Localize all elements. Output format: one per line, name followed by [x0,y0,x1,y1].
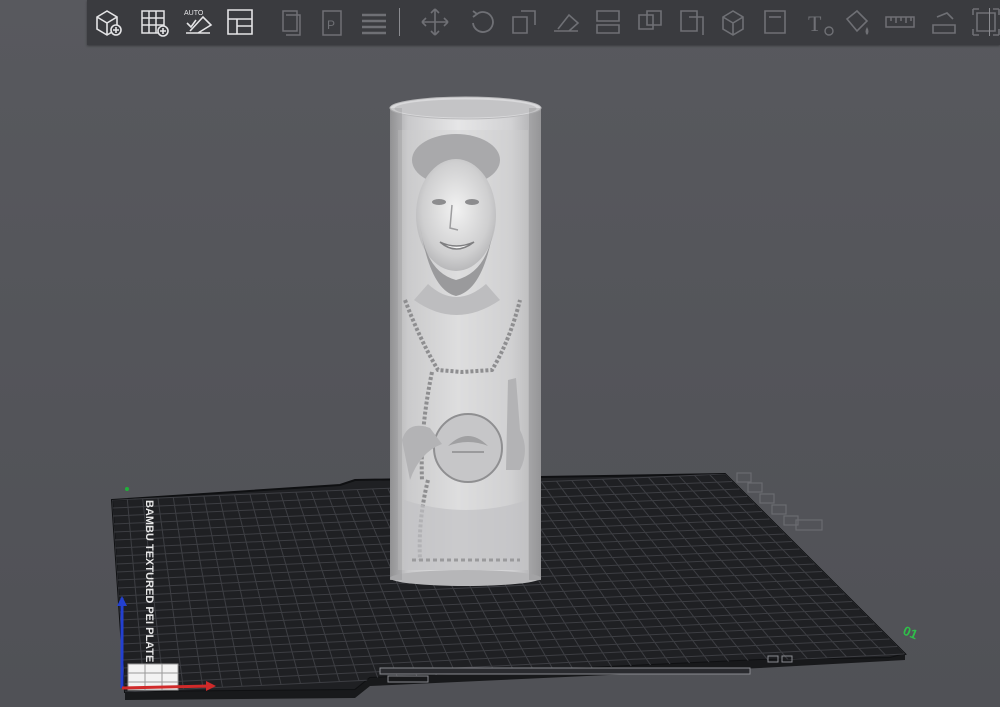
text-tool-icon: T [808,11,834,36]
paste-button[interactable]: P [315,5,349,39]
assembly-icon [932,12,956,34]
lay-on-face-button[interactable] [549,5,583,39]
arrange-layout-icon [227,9,253,35]
split-button[interactable] [633,5,667,39]
auto-orient-icon: AUTO [184,10,213,34]
scale-icon [512,10,536,34]
cube-plus-icon [96,10,122,36]
assembly-button[interactable] [927,5,961,39]
relief-face [416,159,496,271]
relief-medallion [433,413,503,483]
z-axis-marker [125,487,129,491]
plate-orient-icon[interactable] [771,504,787,515]
plate-lock-icon[interactable] [747,482,763,493]
add-object-button[interactable] [91,5,125,39]
support-paint-button[interactable] [717,5,751,39]
model-cylinder-inner [394,99,537,118]
scale-button[interactable] [507,5,541,39]
add-plate-button[interactable] [137,5,171,39]
layers-button[interactable] [357,5,391,39]
plate-front-bar [379,667,751,675]
x-axis-line [121,684,211,690]
grid-plus-icon [141,10,169,37]
svg-text:P: P [327,18,335,32]
seam-paint-icon [764,10,786,34]
svg-text:AUTO: AUTO [184,10,204,17]
plate-type-label: BAMBU TEXTURED PEI PLATE [143,500,155,662]
rotate-icon [472,10,494,33]
cut-button[interactable] [591,5,625,39]
plate-settings-icon[interactable] [736,472,752,483]
3d-viewport[interactable]: BAMBU TEXTURED PEI PLATE 01 AUTO P T [0,0,1000,707]
move-arrows-icon [421,8,449,36]
scene-canvas[interactable]: BAMBU TEXTURED PEI PLATE 01 [0,0,1000,707]
paint-bucket-icon [845,9,869,35]
fit-view-button[interactable] [969,5,1000,39]
plate-number: 01 [901,623,920,642]
fit-view-icon [972,8,1000,36]
boolean-button[interactable] [675,5,709,39]
rotate-button[interactable] [465,5,499,39]
measure-button[interactable] [883,5,917,39]
move-button[interactable] [418,5,452,39]
color-paint-button[interactable] [841,5,875,39]
auto-orient-button[interactable]: AUTO [181,5,215,39]
svg-text:T: T [808,11,822,36]
support-paint-icon [722,10,744,36]
lay-on-face-icon [554,13,580,32]
main-toolbar: AUTO P T [87,0,1000,45]
paste-icon: P [322,10,342,36]
model-cylinder-bottom [390,570,541,586]
relief-portrait [398,130,528,570]
toolbar-separator [399,8,400,36]
seam-paint-button[interactable] [759,5,793,39]
copy-icon [282,10,301,36]
layers-icon [362,13,386,35]
toolbar-separator [989,8,990,36]
plate-delete-icon[interactable] [795,519,823,531]
text-button[interactable]: T [803,5,837,39]
boolean-icon [680,10,704,35]
ruler-icon [885,16,915,28]
cut-icon [596,10,620,34]
plate-arrange-icon[interactable] [759,493,775,504]
split-icon [638,10,662,30]
arrange-button[interactable] [223,5,257,39]
lithophane-model[interactable] [389,96,542,586]
copy-button[interactable] [273,5,307,39]
